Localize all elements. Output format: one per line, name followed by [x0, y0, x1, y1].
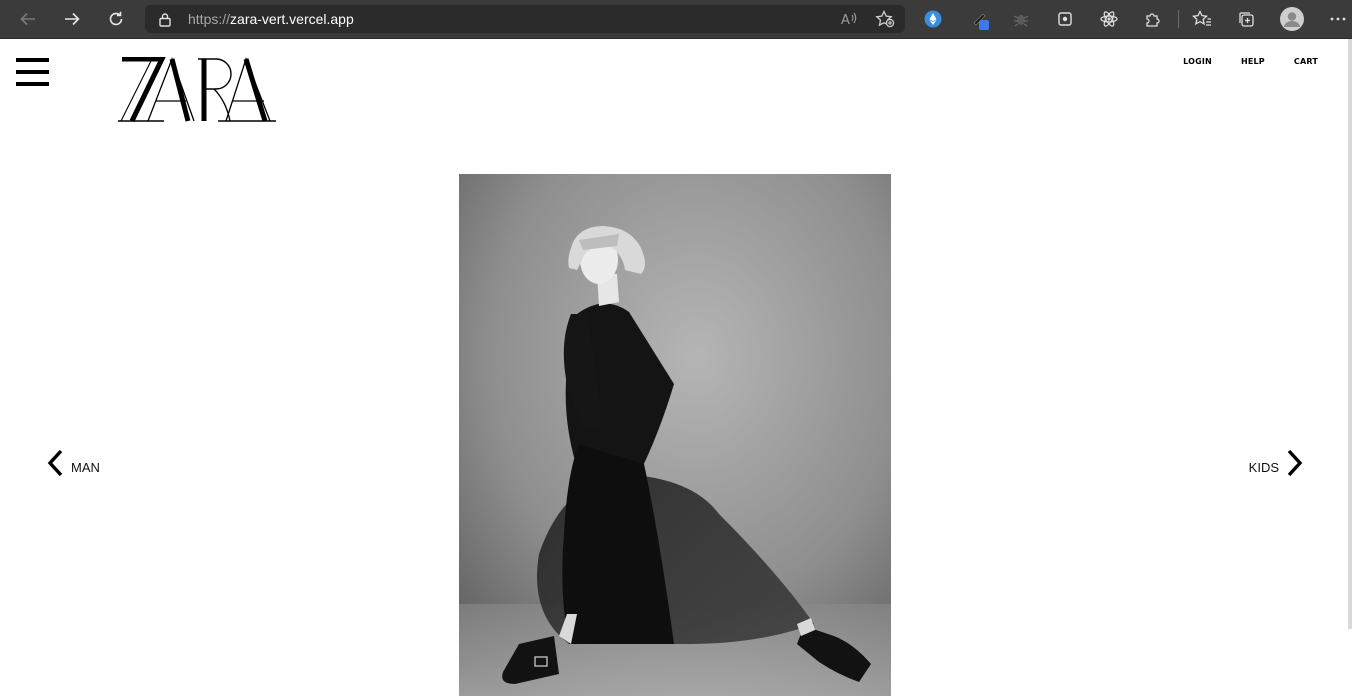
extension-pen-icon[interactable]: [970, 8, 992, 30]
lock-icon[interactable]: [158, 12, 172, 27]
toolbar-divider: [1178, 10, 1179, 28]
cart-link[interactable]: CART: [1294, 57, 1318, 66]
fashion-photo-woman-dress: [459, 174, 891, 696]
extension-react-icon[interactable]: [1098, 8, 1120, 30]
browser-toolbar: https://zara-vert.vercel.app A: [0, 0, 1352, 39]
forward-button[interactable]: [59, 7, 85, 31]
extensions-puzzle-icon[interactable]: [1142, 8, 1164, 30]
hero-image: [459, 174, 891, 696]
next-label: KIDS: [1248, 460, 1279, 475]
carousel-prev-man[interactable]: MAN: [46, 449, 100, 477]
svg-text:A: A: [841, 13, 850, 28]
chevron-right-icon: [1287, 449, 1303, 477]
top-nav: LOGIN HELP CART: [1183, 57, 1318, 66]
login-link[interactable]: LOGIN: [1183, 57, 1212, 66]
url-text[interactable]: https://zara-vert.vercel.app: [188, 11, 354, 27]
back-button[interactable]: [15, 7, 41, 31]
extension-bug-icon[interactable]: [1010, 8, 1032, 30]
prev-label: MAN: [71, 460, 100, 475]
hamburger-menu-icon[interactable]: [16, 58, 49, 86]
refresh-button[interactable]: [103, 7, 129, 31]
carousel-next-kids[interactable]: KIDS: [1249, 449, 1304, 477]
chevron-left-icon: [47, 449, 63, 477]
url-host: zara-vert.vercel.app: [230, 11, 354, 27]
extension-square-icon[interactable]: [1054, 8, 1076, 30]
address-bar[interactable]: https://zara-vert.vercel.app A: [145, 5, 905, 33]
collections-icon[interactable]: [1235, 8, 1257, 30]
page-content: LOGIN HELP CART MAN KIDS: [0, 39, 1352, 696]
refresh-icon: [109, 11, 123, 26]
favorites-icon[interactable]: [1191, 8, 1213, 30]
profile-avatar-icon[interactable]: [1280, 7, 1304, 31]
zara-logo[interactable]: [118, 56, 278, 128]
more-options-icon[interactable]: [1327, 8, 1349, 30]
scrollbar[interactable]: [1348, 39, 1352, 629]
forward-arrow-icon: [65, 12, 80, 26]
extension-metamask-icon[interactable]: [922, 8, 944, 30]
zara-logo-icon: [118, 56, 276, 123]
back-arrow-icon: [20, 12, 35, 26]
url-protocol: https://: [188, 11, 231, 27]
add-favorite-icon[interactable]: [875, 10, 895, 28]
help-link[interactable]: HELP: [1241, 57, 1265, 66]
read-aloud-icon[interactable]: A: [840, 10, 858, 28]
